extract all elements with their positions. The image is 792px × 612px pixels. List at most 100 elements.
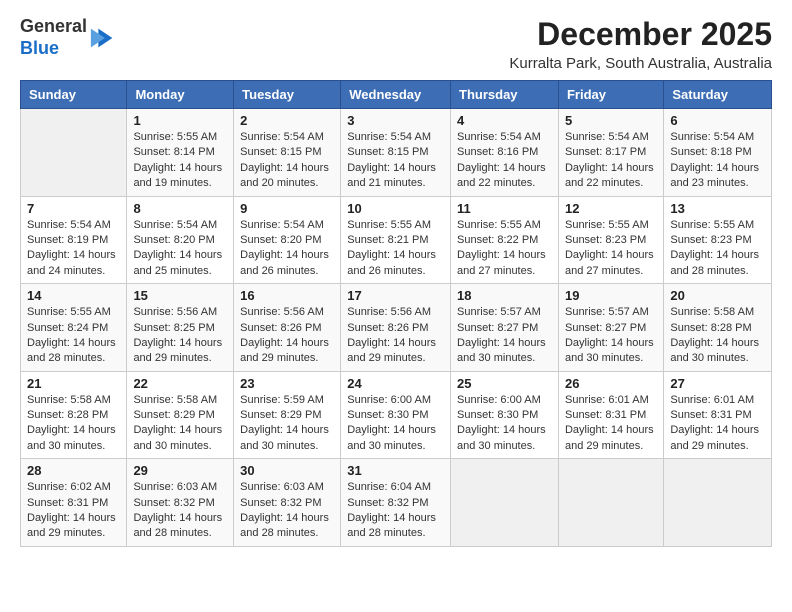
day-header-thursday: Thursday (451, 81, 559, 109)
day-number: 1 (133, 113, 227, 128)
day-number: 23 (240, 376, 334, 391)
day-header-saturday: Saturday (664, 81, 772, 109)
day-info: Sunrise: 5:56 AM Sunset: 8:25 PM Dayligh… (133, 305, 227, 367)
calendar-cell (451, 459, 559, 547)
day-number: 25 (457, 376, 552, 391)
calendar-cell: 30 Sunrise: 6:03 AM Sunset: 8:32 PM Dayli… (234, 459, 341, 547)
day-number: 21 (27, 376, 120, 391)
day-number: 7 (27, 201, 120, 216)
day-info: Sunrise: 6:02 AM Sunset: 8:31 PM Dayligh… (27, 480, 120, 542)
title-block: December 2025 Kurralta Park, South Austr… (509, 16, 772, 72)
day-info: Sunrise: 5:54 AM Sunset: 8:20 PM Dayligh… (240, 218, 334, 280)
day-number: 27 (670, 376, 765, 391)
calendar-cell: 20Sunrise: 5:58 AM Sunset: 8:28 PM Dayli… (664, 284, 772, 372)
calendar-cell: 29 Sunrise: 6:03 AM Sunset: 8:32 PM Dayli… (127, 459, 234, 547)
calendar-cell: 14 Sunrise: 5:55 AM Sunset: 8:24 PM Dayli… (21, 284, 127, 372)
calendar-cell: 5Sunrise: 5:54 AM Sunset: 8:17 PM Daylig… (558, 109, 663, 197)
week-row-5: 28 Sunrise: 6:02 AM Sunset: 8:31 PM Dayli… (21, 459, 772, 547)
day-info: Sunrise: 6:01 AM Sunset: 8:31 PM Dayligh… (565, 393, 657, 455)
week-row-1: 1 Sunrise: 5:55 AM Sunset: 8:14 PM Daylig… (21, 109, 772, 197)
day-info: Sunrise: 5:56 AM Sunset: 8:26 PM Dayligh… (347, 305, 444, 367)
day-number: 24 (347, 376, 444, 391)
day-number: 13 (670, 201, 765, 216)
week-row-4: 21 Sunrise: 5:58 AM Sunset: 8:28 PM Dayli… (21, 371, 772, 459)
day-info: Sunrise: 5:57 AM Sunset: 8:27 PM Dayligh… (565, 305, 657, 367)
day-number: 9 (240, 201, 334, 216)
calendar-cell: 23 Sunrise: 5:59 AM Sunset: 8:29 PM Dayli… (234, 371, 341, 459)
day-info: Sunrise: 6:00 AM Sunset: 8:30 PM Dayligh… (347, 393, 444, 455)
day-number: 19 (565, 288, 657, 303)
day-info: Sunrise: 5:57 AM Sunset: 8:27 PM Dayligh… (457, 305, 552, 367)
day-info: Sunrise: 5:54 AM Sunset: 8:15 PM Dayligh… (347, 130, 444, 192)
day-info: Sunrise: 6:03 AM Sunset: 8:32 PM Dayligh… (240, 480, 334, 542)
day-info: Sunrise: 5:54 AM Sunset: 8:15 PM Dayligh… (240, 130, 334, 192)
day-info: Sunrise: 5:58 AM Sunset: 8:29 PM Dayligh… (133, 393, 227, 455)
calendar-table: SundayMondayTuesdayWednesdayThursdayFrid… (20, 80, 772, 547)
calendar-cell: 25 Sunrise: 6:00 AM Sunset: 8:30 PM Dayli… (451, 371, 559, 459)
day-info: Sunrise: 5:58 AM Sunset: 8:28 PM Dayligh… (670, 305, 765, 367)
day-info: Sunrise: 5:54 AM Sunset: 8:19 PM Dayligh… (27, 218, 120, 280)
day-number: 8 (133, 201, 227, 216)
day-info: Sunrise: 5:55 AM Sunset: 8:22 PM Dayligh… (457, 218, 552, 280)
day-info: Sunrise: 5:55 AM Sunset: 8:23 PM Dayligh… (565, 218, 657, 280)
calendar-cell: 2Sunrise: 5:54 AM Sunset: 8:15 PM Daylig… (234, 109, 341, 197)
logo-blue: Blue (20, 38, 59, 58)
calendar-cell: 4 Sunrise: 5:54 AM Sunset: 8:16 PM Daylig… (451, 109, 559, 197)
day-info: Sunrise: 5:55 AM Sunset: 8:23 PM Dayligh… (670, 218, 765, 280)
day-header-tuesday: Tuesday (234, 81, 341, 109)
logo-text: General Blue (20, 16, 87, 59)
day-info: Sunrise: 5:58 AM Sunset: 8:28 PM Dayligh… (27, 393, 120, 455)
day-number: 3 (347, 113, 444, 128)
day-info: Sunrise: 6:03 AM Sunset: 8:32 PM Dayligh… (133, 480, 227, 542)
day-number: 16 (240, 288, 334, 303)
calendar-cell (664, 459, 772, 547)
day-info: Sunrise: 5:54 AM Sunset: 8:20 PM Dayligh… (133, 218, 227, 280)
calendar-cell: 17Sunrise: 5:56 AM Sunset: 8:26 PM Dayli… (341, 284, 451, 372)
calendar-cell: 13 Sunrise: 5:55 AM Sunset: 8:23 PM Dayli… (664, 196, 772, 284)
day-number: 10 (347, 201, 444, 216)
day-info: Sunrise: 5:54 AM Sunset: 8:18 PM Dayligh… (670, 130, 765, 192)
day-number: 15 (133, 288, 227, 303)
day-info: Sunrise: 5:56 AM Sunset: 8:26 PM Dayligh… (240, 305, 334, 367)
location-subtitle: Kurralta Park, South Australia, Australi… (509, 55, 772, 72)
calendar-cell: 9 Sunrise: 5:54 AM Sunset: 8:20 PM Daylig… (234, 196, 341, 284)
calendar-cell: 3 Sunrise: 5:54 AM Sunset: 8:15 PM Daylig… (341, 109, 451, 197)
page-header: General Blue December 2025 Kurralta Park… (20, 16, 772, 72)
calendar-cell: 10Sunrise: 5:55 AM Sunset: 8:21 PM Dayli… (341, 196, 451, 284)
day-number: 26 (565, 376, 657, 391)
month-year-title: December 2025 (509, 16, 772, 53)
calendar-cell: 1 Sunrise: 5:55 AM Sunset: 8:14 PM Daylig… (127, 109, 234, 197)
day-number: 4 (457, 113, 552, 128)
day-info: Sunrise: 5:55 AM Sunset: 8:14 PM Dayligh… (133, 130, 227, 192)
calendar-cell: 15 Sunrise: 5:56 AM Sunset: 8:25 PM Dayli… (127, 284, 234, 372)
day-header-monday: Monday (127, 81, 234, 109)
calendar-cell: 28 Sunrise: 6:02 AM Sunset: 8:31 PM Dayli… (21, 459, 127, 547)
calendar-cell: 6 Sunrise: 5:54 AM Sunset: 8:18 PM Daylig… (664, 109, 772, 197)
week-row-3: 14 Sunrise: 5:55 AM Sunset: 8:24 PM Dayli… (21, 284, 772, 372)
day-header-wednesday: Wednesday (341, 81, 451, 109)
day-info: Sunrise: 5:59 AM Sunset: 8:29 PM Dayligh… (240, 393, 334, 455)
calendar-cell: 12 Sunrise: 5:55 AM Sunset: 8:23 PM Dayli… (558, 196, 663, 284)
calendar-cell: 11Sunrise: 5:55 AM Sunset: 8:22 PM Dayli… (451, 196, 559, 284)
calendar-cell: 31Sunrise: 6:04 AM Sunset: 8:32 PM Dayli… (341, 459, 451, 547)
day-info: Sunrise: 5:55 AM Sunset: 8:24 PM Dayligh… (27, 305, 120, 367)
day-number: 22 (133, 376, 227, 391)
day-number: 6 (670, 113, 765, 128)
day-number: 12 (565, 201, 657, 216)
day-info: Sunrise: 6:00 AM Sunset: 8:30 PM Dayligh… (457, 393, 552, 455)
day-info: Sunrise: 5:54 AM Sunset: 8:16 PM Dayligh… (457, 130, 552, 192)
calendar-cell: 21 Sunrise: 5:58 AM Sunset: 8:28 PM Dayli… (21, 371, 127, 459)
day-number: 29 (133, 463, 227, 478)
day-number: 31 (347, 463, 444, 478)
day-number: 30 (240, 463, 334, 478)
logo-icon (89, 24, 117, 52)
calendar-cell: 26 Sunrise: 6:01 AM Sunset: 8:31 PM Dayli… (558, 371, 663, 459)
calendar-cell: 8 Sunrise: 5:54 AM Sunset: 8:20 PM Daylig… (127, 196, 234, 284)
calendar-cell: 7 Sunrise: 5:54 AM Sunset: 8:19 PM Daylig… (21, 196, 127, 284)
calendar-cell (558, 459, 663, 547)
day-number: 14 (27, 288, 120, 303)
day-info: Sunrise: 6:01 AM Sunset: 8:31 PM Dayligh… (670, 393, 765, 455)
day-info: Sunrise: 5:54 AM Sunset: 8:17 PM Dayligh… (565, 130, 657, 192)
day-number: 28 (27, 463, 120, 478)
calendar-cell: 27 Sunrise: 6:01 AM Sunset: 8:31 PM Dayli… (664, 371, 772, 459)
